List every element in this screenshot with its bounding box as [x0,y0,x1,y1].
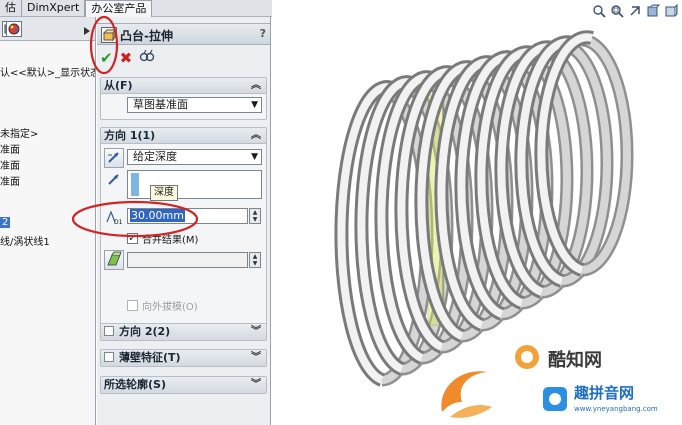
appearance-icon[interactable] [6,21,22,37]
depth-icon: D1 [105,208,123,226]
direction2-header[interactable]: 方向 2(2) ︾ [101,324,266,340]
reverse-direction-icon[interactable] [104,148,124,168]
direction1-group: 方向 1(1) ︽ 给定深度 ▼ 深度 D1 30.00mm ▲ ▼ ✓ 合并结果… [100,127,267,325]
draft-outward-checkbox[interactable]: 向外拔模(O) [127,298,198,313]
start-condition-value: 草图基准面 [133,98,188,111]
tab-office-products[interactable]: 办公室产品 [85,0,153,17]
end-condition-value: 给定深度 [133,150,177,163]
chevron-down-icon: ▼ [251,100,258,110]
tree-item-material[interactable]: 未指定> [0,125,38,140]
property-manager: 凸台-拉伸 ? ✔ ✖ 从(F) ︽ 草图基准面 ▼ 方向 1(1) ︽ 给定深… [97,17,271,425]
tree-item-top-plane[interactable]: 准面 [0,157,20,172]
depth-value: 30.00mm [130,209,185,222]
direction1-header-label: 方向 1(1) [104,129,156,142]
direction1-header[interactable]: 方向 1(1) ︽ [101,128,266,144]
logo-icon [515,345,539,369]
watermark-logo: 酷知网 [508,342,648,372]
watermark-logo-text: 酷知网 [548,350,602,371]
site-logo-icon [543,387,567,411]
draft-outward-label: 向外拔模(O) [142,302,198,313]
property-manager-actions: ✔ ✖ [100,49,155,67]
checkbox-box [127,300,138,311]
direction-reference-box[interactable] [127,170,262,199]
boss-extrude-icon [101,27,117,43]
command-manager-tabs: 估 DimXpert 办公室产品 [0,0,280,17]
direction2-header-label: 方向 2(2) [119,325,171,338]
merge-result-label: 合并结果(M) [142,235,199,246]
expand-icon[interactable]: ︾ [251,324,261,339]
thin-feature-group[interactable]: 薄壁特征(T) ︾ [100,349,267,367]
tree-item-selected-sketch[interactable]: 2 [0,217,11,228]
thin-feature-checkbox[interactable] [104,352,114,362]
graphics-area[interactable]: 酷知网 趣拼音网 www.yneyangbang.com [272,0,682,425]
tree-toolbar [0,17,95,41]
depth-tooltip: 深度 [150,185,178,201]
page-title: 凸台-拉伸 [120,29,173,43]
collapse-icon[interactable]: ︽ [251,78,261,93]
expand-icon[interactable]: ︾ [251,350,261,365]
tree-item-front-plane[interactable]: 准面 [0,141,20,156]
selected-contours-header-label: 所选轮廓(S) [104,378,166,391]
from-header[interactable]: 从(F) ︽ [101,78,266,94]
merge-result-checkbox[interactable]: ✓ 合并结果(M) [127,231,198,246]
selected-contours-group[interactable]: 所选轮廓(S) ︾ [100,376,267,394]
end-condition-select[interactable]: 给定深度 ▼ [127,149,262,165]
tree-item-display-state[interactable]: 认<<默认>_显示状态 [0,64,95,79]
depth-spinner[interactable]: ▲ ▼ [249,208,261,224]
from-header-label: 从(F) [104,79,133,92]
chevron-down-icon: ▼ [251,152,258,162]
checkmark-icon: ✓ [127,233,138,244]
collapse-icon[interactable]: ︽ [251,128,261,143]
depth-input[interactable]: 30.00mm [127,208,248,224]
selection-indicator [131,173,139,196]
thin-feature-header[interactable]: 薄壁特征(T) ︾ [101,350,266,366]
direction-vector-icon [107,172,121,186]
help-icon[interactable]: ? [260,27,266,40]
draft-angle-input[interactable] [127,252,248,268]
tab-evaluate[interactable]: 估 [0,0,22,17]
swirl-logo-icon [441,371,492,418]
direction2-checkbox[interactable] [104,326,114,336]
thin-feature-header-label: 薄壁特征(T) [119,351,181,364]
tab-dimxpert[interactable]: DimXpert [22,0,86,17]
detailed-preview-icon[interactable] [139,49,155,67]
watermark-site-text: 趣拼音网 [574,384,635,402]
cancel-icon[interactable]: ✖ [120,50,133,66]
draft-angle-spinner[interactable]: ▲ ▼ [249,252,261,268]
tree-item-helix[interactable]: 线/涡状线1 [0,233,50,248]
svg-text:D1: D1 [114,219,123,226]
expand-icon[interactable]: ︾ [251,377,261,392]
watermark-site-url: www.yneyangbang.com [574,405,658,413]
chevron-right-icon[interactable] [82,26,92,36]
feature-manager-tree: 认<<默认>_显示状态 未指定> 准面 准面 准面 2 线/涡状线1 [0,17,96,425]
start-condition-select[interactable]: 草图基准面 ▼ [127,97,262,113]
selected-contours-header[interactable]: 所选轮廓(S) ︾ [101,377,266,393]
from-group: 从(F) ︽ 草图基准面 ▼ [100,77,267,120]
draft-icon[interactable] [104,250,124,270]
tree-item-right-plane[interactable]: 准面 [0,173,20,188]
ok-icon[interactable]: ✔ [100,50,113,66]
watermark-site: 趣拼音网 www.yneyangbang.com [538,378,676,422]
property-manager-header: 凸台-拉伸 ? [97,23,270,45]
direction2-group[interactable]: 方向 2(2) ︾ [100,323,267,341]
